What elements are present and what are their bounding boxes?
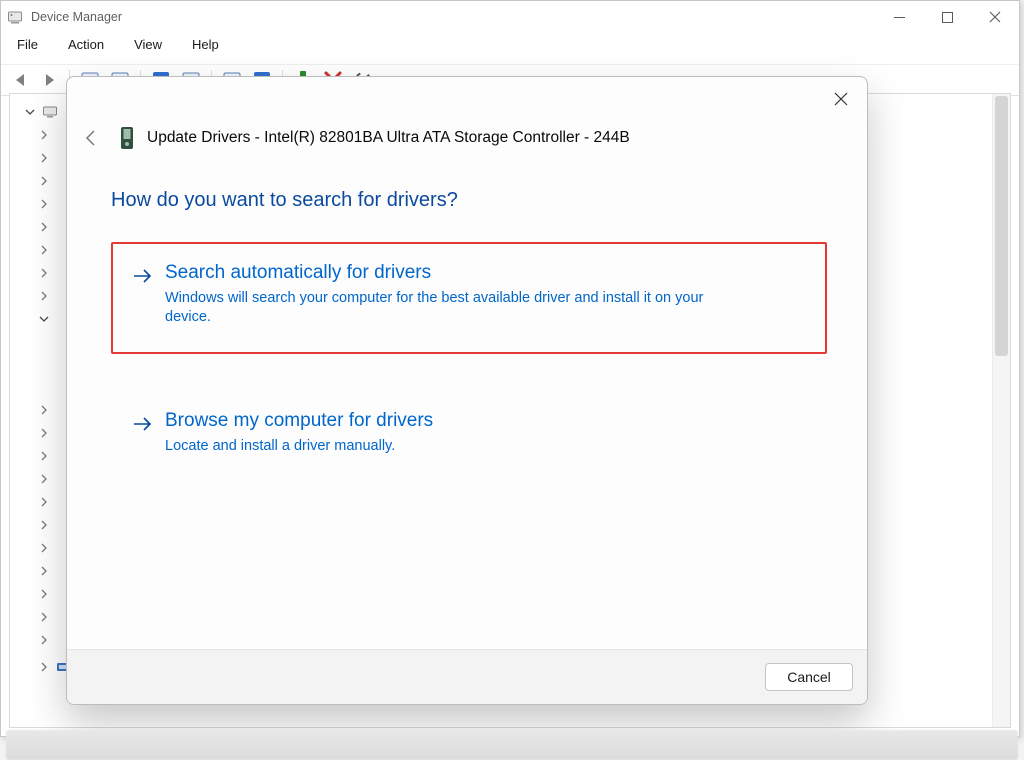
- option-title: Browse my computer for drivers: [165, 410, 433, 433]
- nav-forward-icon[interactable]: [37, 68, 63, 92]
- expand-icon[interactable]: [36, 448, 52, 464]
- maximize-button[interactable]: [923, 1, 971, 33]
- dialog-close-button[interactable]: [821, 83, 861, 115]
- arrow-right-icon: [131, 412, 155, 441]
- vertical-scrollbar[interactable]: [992, 94, 1010, 727]
- app-icon: [7, 9, 23, 25]
- collapse-icon[interactable]: [22, 104, 38, 120]
- cancel-button[interactable]: Cancel: [765, 663, 853, 691]
- nav-back-icon[interactable]: [9, 68, 35, 92]
- option-browse-computer[interactable]: Browse my computer for drivers Locate an…: [111, 390, 827, 482]
- expand-icon[interactable]: [36, 609, 52, 625]
- option-description: Locate and install a driver manually.: [165, 437, 433, 457]
- arrow-right-icon: [131, 264, 155, 293]
- expand-icon[interactable]: [36, 586, 52, 602]
- taskbar-shadow: [6, 730, 1018, 760]
- menu-bar: File Action View Help: [1, 33, 1019, 64]
- expand-icon[interactable]: [36, 288, 52, 304]
- device-icon: [117, 126, 137, 150]
- option-description: Windows will search your computer for th…: [165, 289, 705, 328]
- update-drivers-dialog: Update Drivers - Intel(R) 82801BA Ultra …: [66, 76, 868, 705]
- option-title: Search automatically for drivers: [165, 262, 705, 285]
- expand-icon[interactable]: [36, 219, 52, 235]
- computer-icon: [42, 104, 58, 120]
- dialog-footer: Cancel: [67, 649, 867, 704]
- menu-action[interactable]: Action: [62, 35, 110, 59]
- expand-icon[interactable]: [36, 425, 52, 441]
- option-search-automatically[interactable]: Search automatically for drivers Windows…: [111, 242, 827, 354]
- expand-icon[interactable]: [36, 242, 52, 258]
- menu-help[interactable]: Help: [186, 35, 225, 59]
- back-button[interactable]: [77, 123, 107, 153]
- expand-icon[interactable]: [36, 402, 52, 418]
- expand-icon[interactable]: [36, 127, 52, 143]
- title-bar: Device Manager: [1, 1, 1019, 33]
- expand-icon[interactable]: [36, 632, 52, 648]
- window-title: Device Manager: [31, 10, 875, 24]
- expand-icon[interactable]: [36, 540, 52, 556]
- menu-view[interactable]: View: [128, 35, 168, 59]
- expand-icon[interactable]: [36, 563, 52, 579]
- expand-icon[interactable]: [36, 471, 52, 487]
- dialog-header: Update Drivers - Intel(R) 82801BA Ultra …: [67, 123, 867, 153]
- dialog-title: Update Drivers - Intel(R) 82801BA Ultra …: [147, 129, 630, 147]
- menu-file[interactable]: File: [11, 35, 44, 59]
- expand-icon[interactable]: [36, 173, 52, 189]
- close-button[interactable]: [971, 1, 1019, 33]
- dialog-titlebar: [67, 77, 867, 127]
- expand-icon[interactable]: [36, 494, 52, 510]
- scrollbar-thumb[interactable]: [995, 96, 1008, 356]
- collapse-icon[interactable]: [36, 311, 52, 327]
- expand-icon[interactable]: [36, 517, 52, 533]
- expand-icon[interactable]: [36, 265, 52, 281]
- expand-icon[interactable]: [36, 196, 52, 212]
- minimize-button[interactable]: [875, 1, 923, 33]
- expand-icon[interactable]: [36, 150, 52, 166]
- expand-icon[interactable]: [36, 659, 52, 675]
- dialog-body: How do you want to search for drivers? S…: [67, 153, 867, 649]
- dialog-question: How do you want to search for drivers?: [111, 189, 827, 212]
